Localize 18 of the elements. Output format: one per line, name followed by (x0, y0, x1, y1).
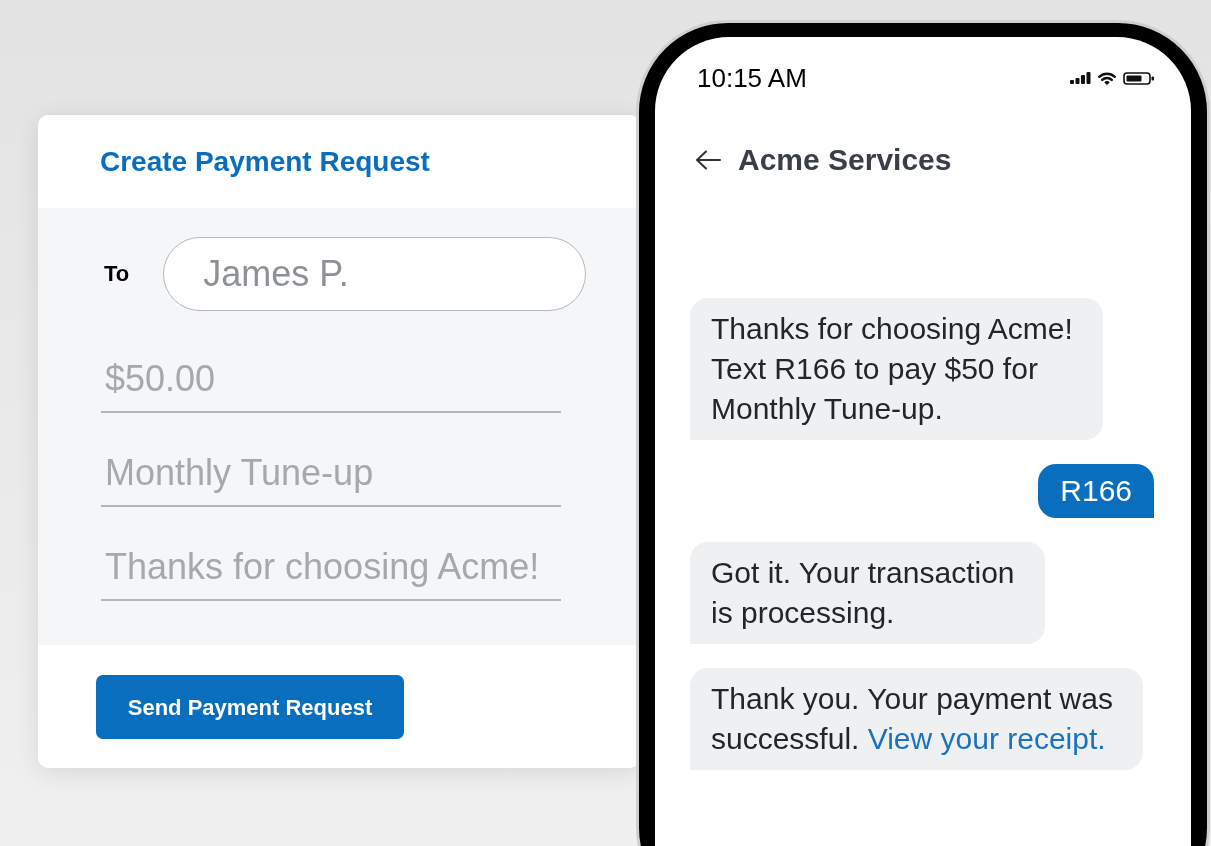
receipt-link[interactable]: View your receipt. (867, 722, 1106, 755)
note-field[interactable]: Thanks for choosing Acme! (101, 535, 561, 601)
card-title: Create Payment Request (100, 144, 430, 179)
send-button[interactable]: Send Payment Request (96, 675, 404, 739)
message-bubble: Got it. Your transaction is processing. (690, 542, 1045, 644)
message-bubble: R166 (1038, 464, 1154, 518)
battery-icon (1123, 71, 1155, 85)
message-bubble: Thanks for choosing Acme! Text R166 to pay $50 for Monthly Tune-up. (690, 298, 1103, 440)
signal-icon (1070, 72, 1091, 84)
amount-field[interactable]: $50.00 (101, 347, 561, 413)
wifi-icon (1098, 71, 1116, 85)
description-field[interactable]: Monthly Tune-up (101, 441, 561, 507)
arrow-left-icon[interactable] (695, 150, 721, 170)
message-bubble: Thank you. Your payment was successful. View your receipt. (690, 668, 1143, 770)
to-label: To (104, 261, 130, 287)
chat-title: Acme Services (738, 142, 952, 178)
recipient-field[interactable]: James P. (163, 237, 587, 311)
status-time: 10:15 AM (697, 64, 807, 92)
